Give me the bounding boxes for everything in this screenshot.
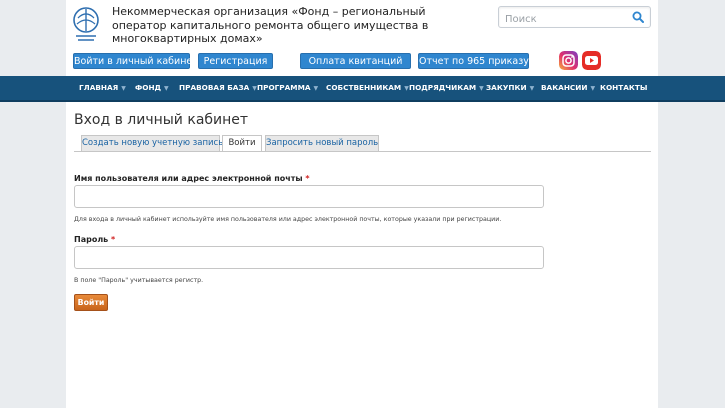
search-icon[interactable] bbox=[632, 11, 644, 23]
nav-item-fund[interactable]: ФОНД ▼ bbox=[135, 76, 169, 100]
tab-login[interactable]: Войти bbox=[222, 135, 262, 152]
required-mark: * bbox=[305, 174, 310, 183]
tab-create-account[interactable]: Создать новую учетную запись bbox=[81, 135, 223, 151]
nav-item-contacts[interactable]: КОНТАКТЫ bbox=[600, 76, 647, 100]
search-input[interactable] bbox=[499, 9, 624, 30]
page-title: Вход в личный кабинет bbox=[74, 112, 249, 128]
youtube-icon[interactable] bbox=[582, 51, 601, 70]
register-button[interactable]: Регистрация bbox=[198, 53, 273, 69]
org-title: Некоммерческая организация «Фонд – регио… bbox=[112, 5, 429, 46]
chevron-down-icon: ▼ bbox=[479, 85, 484, 92]
logo-icon[interactable] bbox=[72, 6, 100, 42]
nav-item-legal[interactable]: ПРАВОВАЯ БАЗА ▼ bbox=[179, 76, 257, 100]
nav-item-vacancies[interactable]: ВАКАНСИИ ▼ bbox=[541, 76, 595, 100]
nav-item-program[interactable]: ПРОГРАММА ▼ bbox=[257, 76, 318, 100]
nav-item-home[interactable]: ГЛАВНАЯ ▼ bbox=[79, 76, 126, 100]
password-label: Пароль * bbox=[74, 235, 116, 244]
report-965-button[interactable]: Отчет по 965 приказу bbox=[418, 53, 529, 69]
nav-item-contractors[interactable]: ПОДРЯДЧИКАМ ▼ bbox=[409, 76, 484, 100]
login-cabinet-button[interactable]: Войти в личный кабинет bbox=[73, 53, 198, 69]
nav-item-purchases[interactable]: ЗАКУПКИ ▼ bbox=[486, 76, 534, 100]
password-input[interactable] bbox=[74, 246, 544, 269]
login-submit-button[interactable]: Войти bbox=[74, 294, 108, 311]
chevron-down-icon: ▼ bbox=[529, 85, 535, 92]
password-description: В поле "Пароль" учитывается регистр. bbox=[74, 277, 204, 284]
username-label: Имя пользователя или адрес электронной п… bbox=[74, 174, 310, 183]
tabs-divider bbox=[74, 151, 651, 152]
chevron-down-icon: ▼ bbox=[313, 85, 319, 92]
search-box[interactable] bbox=[498, 6, 651, 30]
chevron-down-icon: ▼ bbox=[164, 85, 169, 92]
chevron-down-icon: ▼ bbox=[590, 85, 596, 92]
pay-receipts-button[interactable]: Оплата квитанций bbox=[300, 53, 411, 69]
main-nav: ГЛАВНАЯ ▼ ФОНД ▼ ПРАВОВАЯ БАЗА ▼ ПРОГРАММА ▼… bbox=[0, 76, 725, 102]
chevron-down-icon: ▼ bbox=[121, 85, 126, 92]
instagram-icon[interactable] bbox=[559, 51, 578, 70]
tab-request-password[interactable]: Запросить новый пароль bbox=[265, 135, 379, 151]
required-mark: * bbox=[111, 235, 116, 244]
username-description: Для входа в личный кабинет используйте и… bbox=[74, 216, 502, 223]
username-input[interactable] bbox=[74, 185, 544, 208]
nav-item-owners[interactable]: СОБСТВЕННИКАМ ▼ bbox=[326, 76, 409, 100]
